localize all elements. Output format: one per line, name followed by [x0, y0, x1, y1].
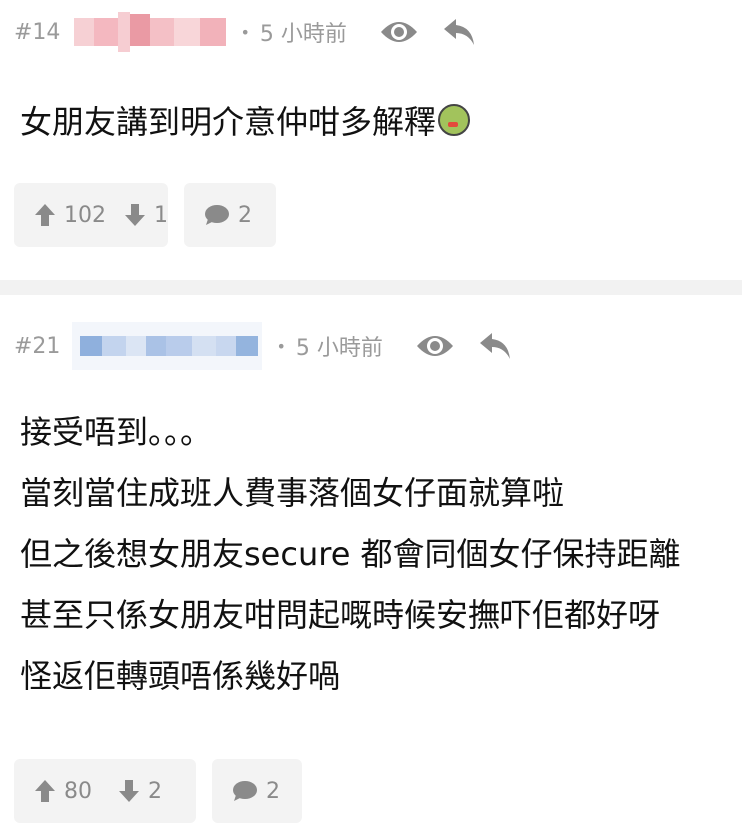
content-text: 女朋友講到明介意仲咁多解釋 — [20, 103, 437, 141]
reply-arrow-icon[interactable] — [437, 12, 481, 52]
content-line: 女朋友講到明介意仲咁多解釋 — [20, 90, 471, 154]
upvote-count: 102 — [64, 202, 106, 228]
downvote-count: 2 — [148, 778, 162, 804]
thumb-down-arrow-icon — [119, 780, 139, 802]
separator-dot: • — [240, 22, 250, 42]
thumb-down-arrow-icon — [125, 204, 145, 226]
content-line: 怪返佢轉頭唔係幾好喎 — [20, 657, 341, 695]
content-line: 接受唔到。。。 — [20, 413, 213, 451]
floor-number: #14 — [14, 19, 61, 45]
reply-count: 2 — [238, 202, 252, 228]
floor-number: #21 — [14, 333, 61, 359]
upvote-button[interactable]: 102 — [34, 203, 106, 228]
post-meta: #14 • 5 小時前 — [14, 12, 481, 52]
post-content: 接受唔到。。。 當刻當住成班人費事落個女仔面就算啦 但之後想女朋友secure … — [20, 402, 681, 707]
thumb-up-arrow-icon — [35, 780, 55, 802]
reply-count-button[interactable]: 2 — [184, 183, 276, 247]
post-21: #21 • 5 小時前 接受唔到。。。 當刻當住成班人費事落個女仔面就算啦 但之… — [0, 295, 742, 840]
post-time: 5 小時前 — [295, 336, 383, 361]
downvote-button[interactable]: 2 — [118, 779, 162, 804]
reply-count-button[interactable]: 2 — [212, 759, 302, 823]
comment-bubble-icon — [233, 781, 257, 801]
post-time: 5 小時前 — [259, 22, 347, 47]
content-line: 當刻當住成班人費事落個女仔面就算啦 — [20, 474, 565, 512]
content-line: 甚至只係女朋友咁問起嘅時候安撫吓佢都好呀 — [20, 596, 661, 634]
downvote-button[interactable]: 1 — [124, 203, 168, 228]
post-content: 女朋友講到明介意仲咁多解釋 — [20, 90, 471, 154]
eye-icon[interactable] — [377, 12, 421, 52]
upvote-button[interactable]: 80 — [34, 779, 92, 804]
upvote-count: 80 — [64, 778, 92, 804]
post-actions: 80 2 2 — [14, 759, 302, 823]
nauseated-face-icon — [438, 104, 471, 136]
post-actions: 102 1 2 — [14, 183, 276, 247]
reply-count: 2 — [266, 778, 280, 804]
post-separator — [0, 280, 742, 295]
username-blurred[interactable] — [72, 322, 263, 370]
reply-arrow-icon[interactable] — [473, 326, 517, 366]
post-meta: #21 • 5 小時前 — [14, 322, 517, 370]
comment-bubble-icon — [205, 205, 229, 225]
username-blurred[interactable] — [74, 12, 227, 52]
downvote-count: 1 — [154, 202, 168, 228]
content-line: 但之後想女朋友secure 都會同個女仔保持距離 — [20, 535, 681, 573]
vote-box: 80 2 — [14, 759, 196, 823]
eye-icon[interactable] — [413, 326, 457, 366]
thumb-up-arrow-icon — [35, 204, 55, 226]
vote-box: 102 1 — [14, 183, 168, 247]
post-14: #14 • 5 小時前 女朋友講到明介意仲咁多解釋 102 1 2 — [0, 0, 742, 280]
separator-dot: • — [276, 336, 286, 356]
